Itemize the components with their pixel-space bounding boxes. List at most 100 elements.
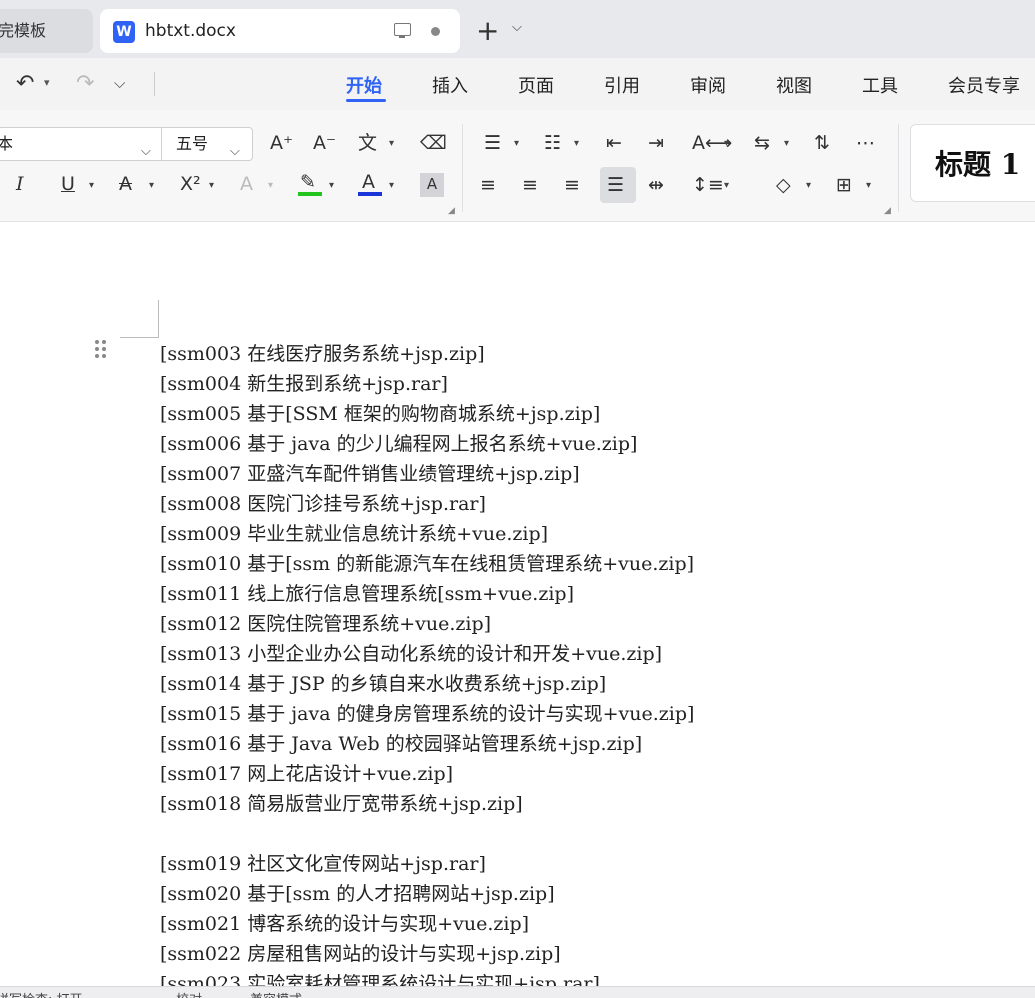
- chevron-down-icon[interactable]: ▾: [329, 180, 334, 191]
- borders-icon[interactable]: ⊞: [836, 174, 852, 196]
- chevron-down-icon[interactable]: ▾: [89, 180, 94, 191]
- compat-mode-status: 兼容模式: [250, 989, 302, 998]
- menu-tab-review[interactable]: 审阅: [690, 72, 726, 98]
- chevron-down-icon[interactable]: ▾: [806, 180, 811, 191]
- unsaved-dot-icon[interactable]: [431, 27, 440, 36]
- undo-chevron-icon[interactable]: ▾: [44, 76, 50, 89]
- chevron-down-icon: ⌵: [230, 144, 240, 159]
- undo-icon[interactable]: ↶: [16, 71, 34, 96]
- font-color-swatch: [358, 192, 382, 196]
- menu-tab-references[interactable]: 引用: [604, 72, 640, 98]
- chevron-down-icon: ⌵: [141, 144, 151, 159]
- line-spacing-icon[interactable]: ↕≡: [692, 174, 724, 196]
- chevron-down-icon[interactable]: ▾: [209, 180, 214, 191]
- chevron-down-icon[interactable]: ▾: [574, 138, 579, 149]
- chevron-down-icon[interactable]: ▾: [514, 138, 519, 149]
- chevron-down-icon[interactable]: ▾: [866, 180, 871, 191]
- chevron-down-icon[interactable]: ▾: [389, 180, 394, 191]
- proofread-status[interactable]: 校对: [176, 989, 202, 998]
- document-line[interactable]: [ssm008 医院门诊挂号系统+jsp.rar]: [160, 489, 1020, 519]
- document-line[interactable]: [ssm016 基于 Java Web 的校园驿站管理系统+jsp.zip]: [160, 729, 1020, 759]
- menu-tab-member[interactable]: 会员专享: [948, 72, 1020, 98]
- chevron-down-icon[interactable]: ▾: [724, 180, 729, 191]
- monitor-icon[interactable]: [394, 23, 411, 38]
- menu-tab-insert[interactable]: 插入: [432, 72, 468, 98]
- align-center-icon[interactable]: ≡: [522, 174, 538, 196]
- document-line[interactable]: [ssm009 毕业生就业信息统计系统+vue.zip]: [160, 519, 1020, 549]
- quick-access-chevron-icon[interactable]: ⌵: [114, 74, 125, 92]
- drag-handle-icon[interactable]: [94, 340, 108, 362]
- strikethrough-icon[interactable]: A: [119, 173, 132, 195]
- style-heading-1[interactable]: 标题 1: [910, 124, 1035, 202]
- blank-line[interactable]: [160, 819, 1020, 849]
- document-line[interactable]: [ssm003 在线医疗服务系统+jsp.zip]: [160, 339, 1020, 369]
- ribbon-divider: [462, 124, 463, 212]
- document-line[interactable]: [ssm020 基于[ssm 的人才招聘网站+jsp.zip]: [160, 879, 1020, 909]
- font-dialog-launcher-icon[interactable]: ◢: [448, 206, 455, 216]
- tab-document-active[interactable]: W hbtxt.docx: [100, 9, 460, 53]
- document-line[interactable]: [ssm023 实验室耗材管理系统设计与实现+jsp.rar]: [160, 969, 1020, 986]
- writer-logo-icon: W: [113, 21, 135, 43]
- redo-icon[interactable]: ↷: [76, 71, 94, 96]
- align-justify-icon[interactable]: ☰: [607, 174, 624, 196]
- document-line[interactable]: [ssm006 基于 java 的少儿编程网上报名系统+vue.zip]: [160, 429, 1020, 459]
- sort-icon[interactable]: ⇅: [814, 132, 830, 154]
- clear-format-eraser-icon[interactable]: ⌫: [420, 132, 447, 154]
- distribute-icon[interactable]: ⇹: [648, 174, 664, 196]
- chevron-down-icon[interactable]: ▾: [268, 180, 273, 191]
- document-line[interactable]: [ssm021 博客系统的设计与实现+vue.zip]: [160, 909, 1020, 939]
- character-shading-icon[interactable]: A: [420, 173, 444, 197]
- align-left-icon[interactable]: ≡: [480, 174, 496, 196]
- document-line[interactable]: [ssm011 线上旅行信息管理系统[ssm+vue.zip]: [160, 579, 1020, 609]
- new-tab-plus-icon[interactable]: +: [476, 17, 499, 45]
- font-size-select[interactable]: 五号 ⌵: [161, 127, 253, 161]
- grow-font-icon[interactable]: A⁺: [270, 132, 293, 154]
- italic-icon[interactable]: I: [16, 173, 24, 195]
- shading-bucket-icon[interactable]: ◇: [776, 174, 791, 196]
- document-line[interactable]: [ssm018 简易版营业厅宽带系统+jsp.zip]: [160, 789, 1020, 819]
- decrease-indent-icon[interactable]: ⇤: [606, 132, 622, 154]
- chevron-down-icon[interactable]: ▾: [149, 180, 154, 191]
- font-color-icon[interactable]: A: [362, 171, 375, 193]
- numbered-list-icon[interactable]: ☷: [544, 132, 561, 154]
- underline-icon[interactable]: U: [61, 173, 75, 195]
- text-effect-icon[interactable]: A: [240, 173, 253, 195]
- document-page[interactable]: [ssm003 在线医疗服务系统+jsp.zip] [ssm004 新生报到系统+…: [0, 222, 1035, 986]
- chevron-down-icon[interactable]: ▾: [389, 138, 394, 149]
- bullet-list-icon[interactable]: ☰: [484, 132, 501, 154]
- tab-title: hbtxt.docx: [145, 21, 236, 41]
- document-line[interactable]: [ssm013 小型企业办公自动化系统的设计和开发+vue.zip]: [160, 639, 1020, 669]
- shrink-font-icon[interactable]: A⁻: [313, 132, 336, 154]
- chevron-down-icon[interactable]: ⌵: [512, 20, 522, 35]
- show-marks-icon[interactable]: ⋯: [856, 132, 875, 154]
- tab-template[interactable]: 完模板: [0, 9, 93, 53]
- highlight-pen-icon[interactable]: ✎: [300, 171, 316, 193]
- page-margin-corner-mark: [158, 300, 159, 337]
- document-line[interactable]: [ssm012 医院住院管理系统+vue.zip]: [160, 609, 1020, 639]
- document-line[interactable]: [ssm019 社区文化宣传网站+jsp.rar]: [160, 849, 1020, 879]
- document-line[interactable]: [ssm022 房屋租售网站的设计与实现+jsp.zip]: [160, 939, 1020, 969]
- superscript-icon[interactable]: X²: [180, 173, 201, 195]
- document-line[interactable]: [ssm007 亚盛汽车配件销售业绩管理统+jsp.zip]: [160, 459, 1020, 489]
- increase-indent-icon[interactable]: ⇥: [648, 132, 664, 154]
- document-line[interactable]: [ssm015 基于 java 的健身房管理系统的设计与实现+vue.zip]: [160, 699, 1020, 729]
- font-name-select[interactable]: 本 ⌵: [0, 127, 162, 161]
- menu-tab-home[interactable]: 开始: [346, 72, 382, 98]
- spell-check-status[interactable]: 拼写检查: 打开: [0, 989, 83, 998]
- document-line[interactable]: [ssm005 基于[SSM 框架的购物商城系统+jsp.zip]: [160, 399, 1020, 429]
- document-line[interactable]: [ssm014 基于 JSP 的乡镇自来水收费系统+jsp.zip]: [160, 669, 1020, 699]
- menu-tab-tools[interactable]: 工具: [862, 72, 898, 98]
- align-right-icon[interactable]: ≡: [564, 174, 580, 196]
- document-line[interactable]: [ssm017 网上花店设计+vue.zip]: [160, 759, 1020, 789]
- paragraph-dialog-launcher-icon[interactable]: ◢: [884, 206, 891, 216]
- document-line[interactable]: [ssm004 新生报到系统+jsp.rar]: [160, 369, 1020, 399]
- chevron-down-icon[interactable]: ▾: [784, 138, 789, 149]
- document-line[interactable]: [ssm010 基于[ssm 的新能源汽车在线租赁管理系统+vue.zip]: [160, 549, 1020, 579]
- menu-tab-page[interactable]: 页面: [518, 72, 554, 98]
- menu-tab-view[interactable]: 视图: [776, 72, 812, 98]
- phonetic-guide-icon[interactable]: 文: [358, 132, 377, 154]
- line-wrap-icon[interactable]: ⇆: [754, 132, 770, 154]
- chevron-down-icon[interactable]: ▾: [724, 138, 729, 149]
- active-tab-indicator: [346, 99, 386, 102]
- document-body[interactable]: [ssm003 在线医疗服务系统+jsp.zip] [ssm004 新生报到系统+…: [160, 339, 1020, 986]
